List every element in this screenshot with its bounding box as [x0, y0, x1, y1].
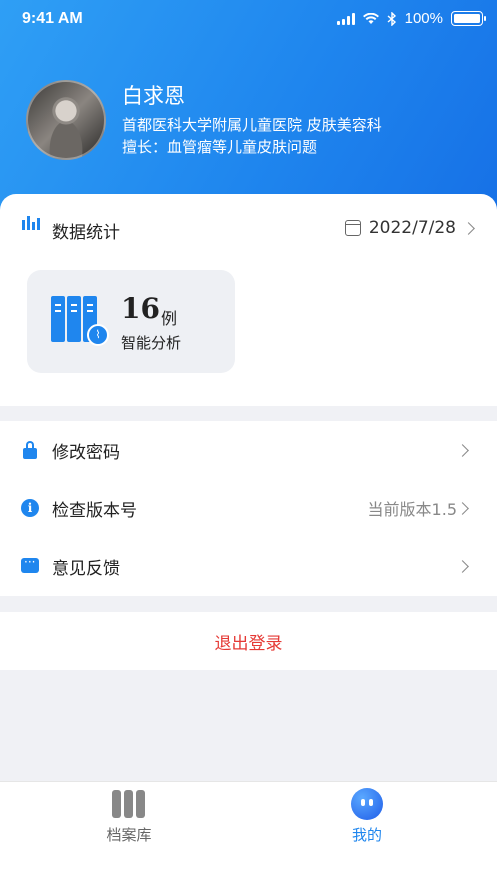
folders-icon: ⌇ [51, 296, 109, 346]
chevron-right-icon [462, 221, 475, 235]
smart-analysis-card[interactable]: ⌇ 16 例 智能分析 [27, 270, 235, 373]
battery-icon [451, 11, 486, 26]
analysis-unit: 例 [161, 309, 178, 328]
logout-button[interactable]: 退出登录 [0, 612, 497, 670]
status-indicators: 100% [336, 10, 486, 27]
menu-item-feedback[interactable]: 意见反馈 [0, 537, 497, 595]
calendar-icon [344, 220, 361, 236]
settings-menu: 修改密码 i 检查版本号 当前版本1.5 意见反馈 [0, 421, 497, 596]
stats-card: 数据统计 2022/7/28 ⌇ 16 例 智能分析 [0, 194, 497, 406]
archive-icon [112, 788, 146, 820]
version-value: 当前版本1.5 [367, 500, 457, 519]
bar-chart-icon [22, 216, 42, 230]
avatar[interactable] [26, 80, 106, 160]
analysis-label: 智能分析 [121, 334, 182, 352]
menu-item-check-version[interactable]: i 检查版本号 当前版本1.5 [0, 479, 497, 537]
menu-item-change-password[interactable]: 修改密码 [0, 421, 497, 479]
bluetooth-icon [387, 11, 396, 26]
status-time: 9:41 AM [22, 10, 83, 27]
wifi-icon [362, 12, 379, 24]
tab-archive[interactable]: 档案库 [69, 788, 189, 845]
status-bar: 9:41 AM 100% [0, 0, 497, 40]
tab-label: 档案库 [106, 826, 152, 844]
message-icon [21, 555, 39, 573]
battery-percent: 100% [404, 10, 443, 27]
signal-icon [336, 12, 355, 25]
profile-icon [351, 788, 383, 820]
tab-bar: 档案库 我的 [0, 781, 497, 883]
chevron-right-icon [456, 443, 469, 457]
analysis-badge-icon: ⌇ [87, 324, 109, 346]
lock-icon [21, 441, 39, 459]
chevron-right-icon [456, 559, 469, 573]
menu-item-label: 检查版本号 [52, 500, 137, 521]
tab-mine[interactable]: 我的 [307, 788, 427, 845]
date-picker[interactable]: 2022/7/28 [344, 218, 475, 238]
stats-title: 数据统计 [52, 223, 120, 243]
info-icon: i [21, 499, 39, 517]
chevron-right-icon [456, 501, 469, 515]
doctor-specialty: 擅长：血管瘤等儿童皮肤问题 [122, 138, 318, 156]
date-value: 2022/7/28 [368, 218, 456, 238]
doctor-hospital: 首都医科大学附属儿童医院 皮肤美容科 [122, 116, 382, 134]
tab-label: 我的 [351, 826, 382, 844]
doctor-name: 白求恩 [122, 84, 185, 108]
menu-item-label: 意见反馈 [52, 558, 120, 579]
menu-item-label: 修改密码 [52, 442, 120, 463]
analysis-count: 16 [121, 292, 160, 325]
